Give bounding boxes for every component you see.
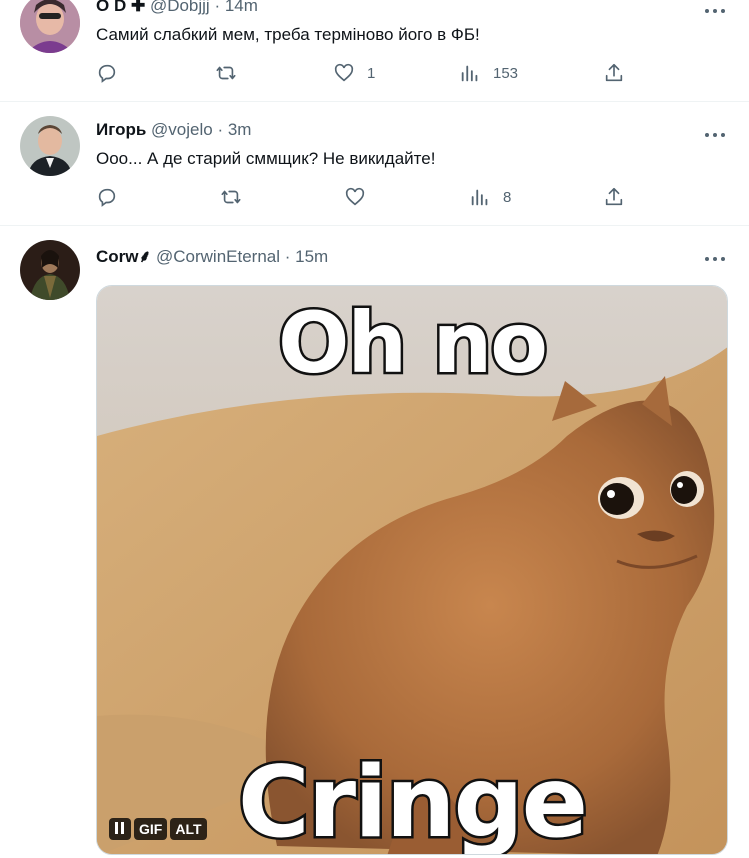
like-count: 1 — [367, 64, 376, 82]
pause-button[interactable] — [109, 818, 131, 840]
user-handle[interactable]: @Dobjjj — [150, 0, 210, 15]
share-icon — [605, 187, 623, 206]
action-bar: 8 — [96, 186, 636, 210]
reply-button[interactable] — [96, 62, 118, 84]
views-count: 8 — [503, 188, 512, 206]
reply-icon — [98, 188, 116, 207]
views-button[interactable]: 153 — [459, 62, 518, 84]
display-name[interactable]: O D ✚ — [96, 0, 145, 15]
share-button[interactable] — [603, 186, 625, 208]
timestamp[interactable]: · 3m — [217, 120, 251, 139]
tweet-2[interactable]: Игорь @vojelo · 3m Ооо... А де старий см… — [0, 102, 749, 226]
tweet-header: Corw⸙ @CorwinEternal · 15m — [96, 244, 328, 267]
more-icon[interactable] — [703, 2, 727, 13]
media-badges: GIF ALT — [109, 818, 207, 840]
retweet-button[interactable] — [215, 62, 237, 84]
like-icon — [345, 187, 365, 206]
retweet-icon — [216, 66, 236, 80]
tweet-text: Самий слабкий мем, треба терміново його … — [96, 25, 480, 44]
like-button[interactable] — [344, 186, 378, 208]
tweet-header: Игорь @vojelo · 3m — [96, 120, 251, 140]
tweet-header: O D ✚ @Dobjjj · 14m — [96, 0, 258, 16]
display-name[interactable]: Corw⸙ — [96, 247, 151, 266]
more-icon[interactable] — [703, 126, 727, 137]
views-icon — [461, 65, 478, 82]
share-icon — [605, 63, 623, 82]
pause-icon — [115, 822, 124, 834]
more-icon[interactable] — [703, 250, 727, 261]
avatar[interactable] — [20, 0, 80, 53]
like-button[interactable]: 1 — [333, 62, 375, 84]
like-icon — [334, 63, 354, 82]
user-handle[interactable]: @CorwinEternal — [156, 247, 280, 266]
tweet-1[interactable]: O D ✚ @Dobjjj · 14m Самий слабкий мем, т… — [0, 0, 749, 102]
alt-button[interactable]: ALT — [170, 818, 207, 840]
action-bar: 1 153 — [96, 62, 636, 86]
retweet-icon — [221, 190, 241, 204]
timestamp[interactable]: · 14m — [214, 0, 257, 15]
views-button[interactable]: 8 — [469, 186, 511, 208]
user-handle[interactable]: @vojelo — [151, 120, 213, 139]
timestamp[interactable]: · 15m — [285, 247, 328, 266]
display-name[interactable]: Игорь — [96, 120, 146, 139]
avatar[interactable] — [20, 240, 80, 300]
caption-top: Oh no — [276, 292, 551, 395]
tweet-text: Ооо... А де старий сммщик? Не викидайте! — [96, 149, 436, 168]
gif-media[interactable]: Oh no Cringe GIF ALT — [96, 285, 728, 855]
share-button[interactable] — [603, 62, 625, 84]
gif-badge: GIF — [134, 818, 168, 840]
reply-button[interactable] — [96, 186, 118, 208]
avatar[interactable] — [20, 116, 80, 176]
views-count: 153 — [493, 64, 519, 82]
views-icon — [471, 189, 488, 206]
retweet-button[interactable] — [220, 186, 242, 208]
reply-icon — [98, 64, 116, 83]
